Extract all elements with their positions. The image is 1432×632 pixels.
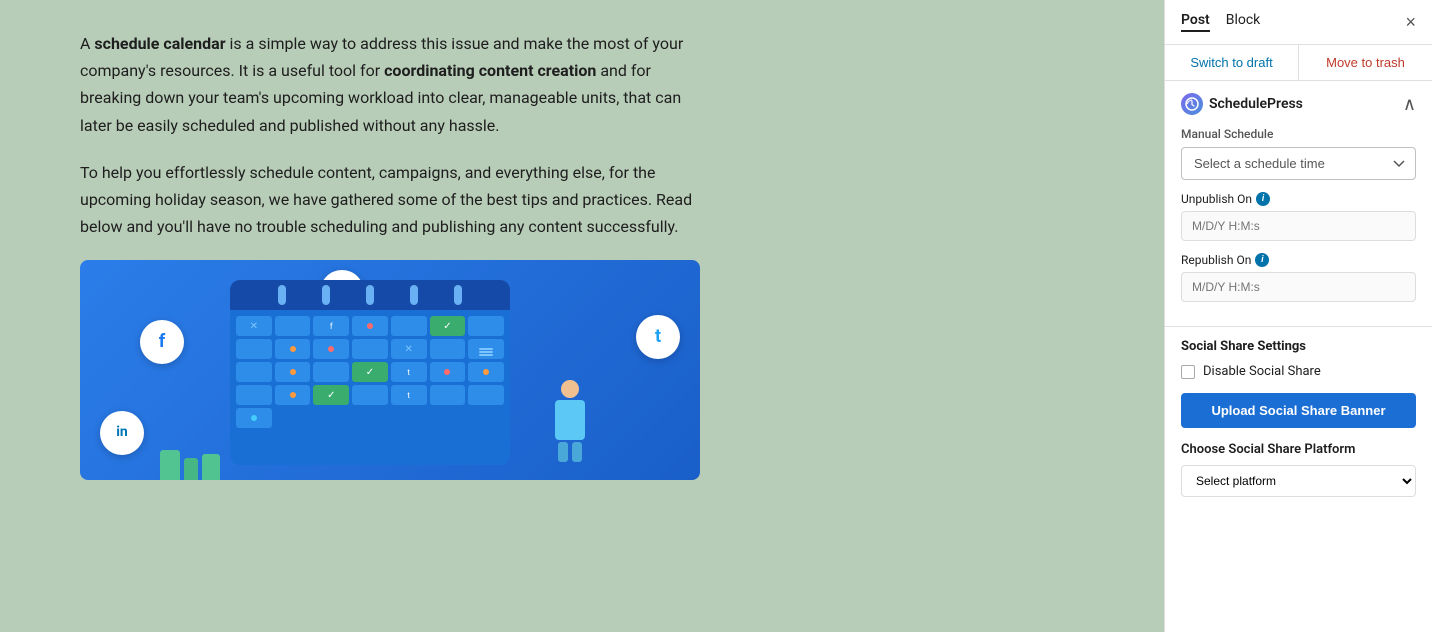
bold-coordinating: coordinating content creation (384, 61, 596, 80)
schedulepress-header: SchedulePress ∧ (1181, 93, 1416, 115)
facebook-bubble: f (140, 320, 184, 364)
paragraph-2: To help you effortlessly schedule conten… (80, 159, 700, 241)
tab-post[interactable]: Post (1181, 12, 1210, 32)
sidebar-header: Post Block × (1165, 0, 1432, 45)
unpublish-on-label: Unpublish On i (1181, 192, 1416, 206)
tab-block[interactable]: Block (1226, 12, 1261, 32)
bold-schedule-calendar: schedule calendar (94, 34, 225, 53)
move-to-trash-button[interactable]: Move to trash (1299, 45, 1432, 80)
twitter-bubble: t (636, 315, 680, 359)
sidebar-body: SchedulePress ∧ Manual Schedule Select a… (1165, 81, 1432, 632)
collapse-button[interactable]: ∧ (1403, 95, 1416, 113)
upload-social-share-banner-button[interactable]: Upload Social Share Banner (1181, 393, 1416, 428)
main-content: A schedule calendar is a simple way to a… (0, 0, 1164, 632)
schedulepress-logo (1181, 93, 1203, 115)
disable-social-share-checkbox[interactable] (1181, 365, 1195, 379)
schedulepress-title: SchedulePress (1181, 93, 1303, 115)
sidebar-tabs: Post Block (1181, 12, 1260, 32)
unpublish-date-input[interactable] (1181, 211, 1416, 241)
manual-schedule-label: Manual Schedule (1181, 127, 1416, 141)
linkedin-bubble: in (100, 411, 144, 455)
unpublish-info-icon[interactable]: i (1256, 192, 1270, 206)
republish-date-input[interactable] (1181, 272, 1416, 302)
social-share-settings-title: Social Share Settings (1181, 339, 1416, 354)
choose-platform-label: Choose Social Share Platform (1181, 442, 1416, 457)
schedule-time-select[interactable]: Select a schedule time (1181, 147, 1416, 180)
republish-on-label: Republish On i (1181, 253, 1416, 267)
schedulepress-section: SchedulePress ∧ Manual Schedule Select a… (1165, 81, 1432, 327)
disable-social-share-row: Disable Social Share (1181, 364, 1416, 379)
switch-to-draft-button[interactable]: Switch to draft (1165, 45, 1299, 80)
social-share-section: Social Share Settings Disable Social Sha… (1165, 327, 1432, 509)
disable-social-share-label: Disable Social Share (1203, 364, 1321, 379)
social-platform-select[interactable]: Select platform Facebook Twitter LinkedI… (1181, 465, 1416, 497)
close-button[interactable]: × (1405, 13, 1416, 31)
sidebar-panel: Post Block × Switch to draft Move to tra… (1164, 0, 1432, 632)
schedulepress-label: SchedulePress (1209, 96, 1303, 112)
person-illustration (550, 380, 590, 460)
action-buttons-row: Switch to draft Move to trash (1165, 45, 1432, 81)
paragraph-1: A schedule calendar is a simple way to a… (80, 30, 700, 139)
article-body: A schedule calendar is a simple way to a… (80, 30, 700, 480)
republish-info-icon[interactable]: i (1255, 253, 1269, 267)
article-image: f P t in ✕ f (80, 260, 700, 480)
